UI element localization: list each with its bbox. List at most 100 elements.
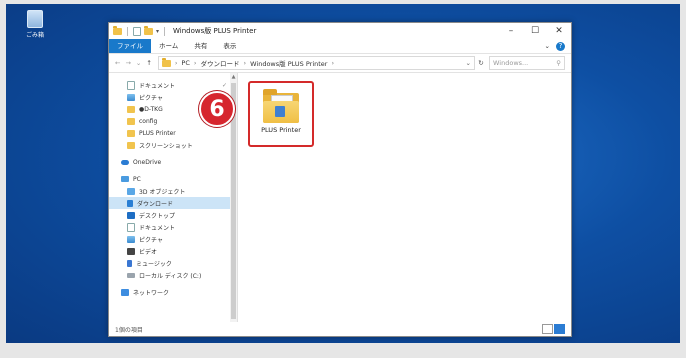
recycle-bin-label: ごみ箱 xyxy=(25,32,44,39)
sidebar-item-label: PLUS Printer xyxy=(139,129,176,137)
music-icon xyxy=(127,259,132,267)
folder-name: PLUS Printer xyxy=(261,126,301,134)
pc-icon xyxy=(121,176,129,182)
drive-icon xyxy=(127,272,135,278)
recent-locations-button[interactable]: ⌄ xyxy=(136,59,141,67)
forward-button[interactable]: → xyxy=(125,59,130,67)
address-bar[interactable]: › PC › ダウンロード › Windows版 PLUS Printer › … xyxy=(157,56,475,70)
expand-ribbon-button[interactable]: ⌄ xyxy=(545,42,550,50)
window-controls: – ☐ ✕ xyxy=(499,23,571,39)
properties-icon[interactable] xyxy=(133,26,141,36)
folder-icon xyxy=(113,25,122,35)
maximize-button[interactable]: ☐ xyxy=(523,23,547,39)
quick-access-toolbar: ▾ xyxy=(113,25,167,36)
sidebar-item-label: ミュージック xyxy=(136,260,172,268)
search-input[interactable]: Windows... ⚲ xyxy=(489,56,565,70)
step-number-badge: 6 xyxy=(199,91,235,127)
sidebar-item-label: 3D オブジェクト xyxy=(139,188,186,196)
sidebar-item-documents-quick[interactable]: ドキュメント ✓ xyxy=(109,79,237,91)
sidebar-item-label: PC xyxy=(133,175,141,183)
folder-icon xyxy=(127,105,135,113)
tab-share[interactable]: 共有 xyxy=(186,39,215,53)
new-folder-icon[interactable] xyxy=(144,25,153,35)
sidebar-item-3d-objects[interactable]: 3D オブジェクト xyxy=(109,185,237,197)
chevron-right-icon: › xyxy=(243,59,247,67)
sidebar-item-music[interactable]: ミュージック xyxy=(109,257,237,269)
sidebar-item-desktop[interactable]: デスクトップ xyxy=(109,209,237,221)
desktop: ごみ箱 ▾ Windows版 PLUS Printer – ☐ ✕ ファイル ホ… xyxy=(6,4,680,343)
tab-file[interactable]: ファイル xyxy=(109,39,151,53)
close-button[interactable]: ✕ xyxy=(547,23,571,39)
title-bar: ▾ Windows版 PLUS Printer – ☐ ✕ xyxy=(109,23,571,39)
folder-icon xyxy=(161,57,171,67)
sidebar-item-label: OneDrive xyxy=(133,158,162,166)
large-icons-view-icon[interactable] xyxy=(554,324,565,334)
desktop-icon xyxy=(127,211,135,219)
sidebar-item-label: config xyxy=(139,117,158,125)
tab-home[interactable]: ホーム xyxy=(151,39,186,53)
breadcrumb-pc[interactable]: PC xyxy=(181,59,189,67)
folder-icon xyxy=(127,141,135,149)
address-dropdown-button[interactable]: ⌄ xyxy=(463,59,474,67)
chevron-right-icon: › xyxy=(331,59,335,67)
folder-icon xyxy=(127,117,135,125)
sidebar-item-label: ピクチャ xyxy=(139,236,163,244)
details-view-icon[interactable] xyxy=(542,324,553,334)
breadcrumb-current-folder[interactable]: Windows版 PLUS Printer xyxy=(250,58,327,68)
sidebar-item-documents[interactable]: ドキュメント xyxy=(109,221,237,233)
document-icon xyxy=(127,80,135,90)
folder-item-plus-printer[interactable]: PLUS Printer xyxy=(248,81,314,147)
customize-toolbar-icon[interactable]: ▾ xyxy=(156,28,159,35)
sidebar-item-local-disk[interactable]: ローカル ディスク (C:) xyxy=(109,269,237,281)
sidebar-item-pictures[interactable]: ピクチャ xyxy=(109,233,237,245)
document-icon xyxy=(127,222,135,232)
downloads-icon xyxy=(127,199,133,207)
minimize-button[interactable]: – xyxy=(499,23,523,39)
folder-icon xyxy=(127,129,135,137)
chevron-right-icon: › xyxy=(193,59,197,67)
network-icon xyxy=(121,288,129,296)
view-switcher xyxy=(542,324,571,334)
nav-buttons: ← → ⌄ ↑ xyxy=(115,59,152,67)
help-icon[interactable]: ? xyxy=(556,41,565,51)
file-view: PLUS Printer xyxy=(238,73,571,336)
sidebar-item-label: ビデオ xyxy=(139,248,158,256)
sidebar-item-label: ネットワーク xyxy=(133,289,170,297)
sidebar-item-videos[interactable]: ビデオ xyxy=(109,245,237,257)
sidebar-item-label: スクリーンショット xyxy=(139,142,193,150)
search-icon: ⚲ xyxy=(556,59,561,67)
explorer-body: ドキュメント ✓ ピクチャ ●D-TKG config PLUS Printer … xyxy=(109,73,571,336)
sidebar-item-downloads[interactable]: ダウンロード xyxy=(109,197,237,209)
search-placeholder: Windows... xyxy=(493,59,529,67)
status-bar: 1個の項目 xyxy=(109,322,571,336)
sidebar-item-label: ドキュメント xyxy=(139,82,176,90)
breadcrumb-downloads[interactable]: ダウンロード xyxy=(201,58,240,68)
sidebar-item-label: ●D-TKG xyxy=(139,105,163,113)
scroll-up-arrow-icon[interactable]: ▲ xyxy=(230,74,237,80)
sidebar-item-label: デスクトップ xyxy=(139,212,176,220)
back-button[interactable]: ← xyxy=(115,59,120,67)
recycle-bin-icon xyxy=(27,10,43,28)
sidebar-item-label: ローカル ディスク (C:) xyxy=(139,272,202,280)
tab-view[interactable]: 表示 xyxy=(215,39,244,53)
divider xyxy=(164,26,166,36)
sidebar-item-plus-printer[interactable]: PLUS Printer xyxy=(109,127,237,139)
window-title: Windows版 PLUS Printer xyxy=(173,27,257,35)
explorer-window: ▾ Windows版 PLUS Printer – ☐ ✕ ファイル ホーム 共… xyxy=(108,22,572,337)
divider xyxy=(127,26,128,36)
sidebar-item-onedrive[interactable]: OneDrive xyxy=(109,156,237,168)
sidebar-item-label: ピクチャ xyxy=(139,94,163,102)
sidebar-item-pc[interactable]: PC xyxy=(109,173,237,185)
chevron-right-icon: › xyxy=(174,59,178,67)
navigation-bar: ← → ⌄ ↑ › PC › ダウンロード › Windows版 PLUS Pr… xyxy=(109,53,571,73)
3d-objects-icon xyxy=(127,187,135,195)
sidebar-item-screenshots[interactable]: スクリーンショット xyxy=(109,139,237,151)
pictures-icon xyxy=(127,93,135,101)
onedrive-icon xyxy=(121,159,129,165)
ribbon-tabs: ファイル ホーム 共有 表示 ⌄ ? xyxy=(109,39,571,53)
sidebar-item-network[interactable]: ネットワーク xyxy=(109,286,237,298)
ribbon-right: ⌄ ? xyxy=(545,41,571,51)
recycle-bin[interactable]: ごみ箱 xyxy=(20,10,50,39)
refresh-button[interactable]: ↻ xyxy=(475,59,487,67)
up-button[interactable]: ↑ xyxy=(146,59,151,67)
